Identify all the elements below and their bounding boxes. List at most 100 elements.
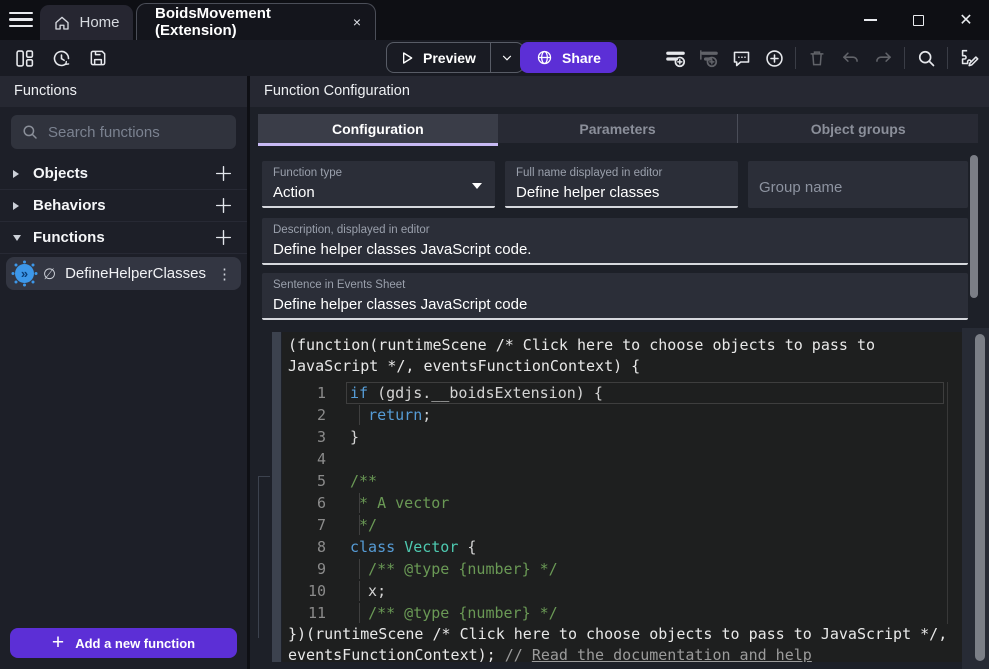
- add-function-quick-button[interactable]: [212, 227, 234, 249]
- trash-icon[interactable]: [805, 46, 829, 70]
- redo-icon[interactable]: [871, 46, 895, 70]
- tab-parameters[interactable]: Parameters: [498, 114, 738, 146]
- add-event-icon[interactable]: [663, 46, 687, 70]
- preview-dropdown-button[interactable]: [491, 51, 523, 65]
- line-content: * A vector: [350, 492, 449, 514]
- line-content: x;: [350, 580, 386, 602]
- function-type-select[interactable]: Function type Action: [262, 161, 495, 208]
- add-behavior-button[interactable]: [212, 195, 234, 217]
- code-line[interactable]: 10 x;: [282, 580, 962, 602]
- tab-home-label: Home: [79, 14, 119, 31]
- function-item-definehelperclasses[interactable]: » ∅ DefineHelperClasses ⋮: [6, 257, 241, 290]
- sidebar-item-behaviors[interactable]: Behaviors: [0, 190, 247, 222]
- field-value: Define helper classes: [516, 184, 727, 201]
- group-name-field[interactable]: Group name: [748, 161, 968, 208]
- code-line[interactable]: 5/**: [282, 470, 962, 492]
- undo-icon[interactable]: [838, 46, 862, 70]
- field-placeholder: Group name: [759, 179, 957, 196]
- code-wrapper-footer[interactable]: })(runtimeScene /* Click here to choose …: [282, 624, 962, 662]
- minimize-icon[interactable]: [861, 11, 879, 29]
- hamburger-menu-icon[interactable]: [9, 12, 33, 28]
- sidebar-item-objects[interactable]: Objects: [0, 158, 247, 190]
- plus-icon: +: [52, 632, 64, 653]
- events-sheet: (function(runtimeScene /* Click here to …: [250, 328, 989, 669]
- line-number: 6: [282, 492, 326, 514]
- config-tabs: Configuration Parameters Object groups: [250, 114, 989, 146]
- search-wrap: [0, 107, 247, 158]
- code-line[interactable]: 6 * A vector: [282, 492, 962, 514]
- kebab-menu-icon[interactable]: ⋮: [217, 265, 232, 283]
- tab-close-icon[interactable]: ×: [353, 14, 361, 30]
- tab-home[interactable]: Home: [40, 5, 133, 40]
- field-value: Action: [273, 184, 484, 201]
- add-subevent-icon[interactable]: [696, 46, 720, 70]
- chevron-right-icon[interactable]: [13, 202, 27, 210]
- sentence-field[interactable]: Sentence in Events Sheet Define helper c…: [262, 273, 968, 320]
- code-line[interactable]: 4: [282, 448, 962, 470]
- code-line[interactable]: 1 if (gdjs.__boidsExtension) {: [282, 382, 962, 404]
- sidebar-item-functions[interactable]: Functions: [0, 222, 247, 254]
- code-line[interactable]: 3}: [282, 426, 962, 448]
- share-button[interactable]: Share: [520, 42, 617, 73]
- documentation-link[interactable]: Read the documentation and help: [532, 646, 812, 662]
- maximize-icon[interactable]: [909, 11, 927, 29]
- edit-extension-icon[interactable]: [957, 46, 981, 70]
- javascript-code-editor[interactable]: (function(runtimeScene /* Click here to …: [282, 332, 962, 662]
- function-configuration-panel: Function Configuration Configuration Par…: [250, 76, 989, 669]
- history-icon[interactable]: [49, 46, 73, 70]
- section-label: Functions: [33, 229, 212, 246]
- toolbar-left-icons: [12, 46, 110, 70]
- line-content: class Vector {: [350, 536, 476, 558]
- chevron-right-icon[interactable]: [13, 170, 27, 178]
- add-new-function-label: Add a new function: [75, 636, 195, 651]
- add-circle-icon[interactable]: [762, 46, 786, 70]
- line-number: 1: [282, 382, 326, 404]
- search-input[interactable]: [48, 124, 226, 141]
- tab-active-label: BoidsMovement (Extension): [155, 5, 353, 39]
- field-label: Function type: [273, 167, 484, 179]
- toolbar: Preview Share: [0, 40, 989, 76]
- toolbar-right-icons: [663, 40, 981, 76]
- line-content: /**: [350, 470, 377, 492]
- field-label: Full name displayed in editor: [516, 167, 727, 179]
- code-line[interactable]: 8class Vector {: [282, 536, 962, 558]
- add-comment-icon[interactable]: [729, 46, 753, 70]
- play-icon: [399, 50, 415, 66]
- save-icon[interactable]: [86, 46, 110, 70]
- layout-panels-icon[interactable]: [12, 46, 36, 70]
- window-close-icon[interactable]: ✕: [957, 11, 975, 29]
- chevron-down-icon[interactable]: [13, 235, 27, 241]
- form-scrollbar[interactable]: [970, 155, 978, 298]
- event-drag-handle[interactable]: [272, 332, 281, 662]
- preview-button[interactable]: Preview: [386, 42, 524, 73]
- field-value: Define helper classes JavaScript code.: [273, 241, 957, 258]
- description-field[interactable]: Description, displayed in editor Define …: [262, 218, 968, 265]
- section-label: Behaviors: [33, 197, 212, 214]
- field-value: Define helper classes JavaScript code: [273, 296, 957, 313]
- code-line[interactable]: 11 /** @type {number} */: [282, 602, 962, 624]
- toolbar-divider: [904, 47, 905, 69]
- add-object-button[interactable]: [212, 163, 234, 185]
- tab-object-groups[interactable]: Object groups: [738, 114, 978, 146]
- section-label: Objects: [33, 165, 212, 182]
- events-scrollbar-thumb[interactable]: [975, 334, 985, 661]
- code-line[interactable]: 9 /** @type {number} */: [282, 558, 962, 580]
- code-wrapper-header[interactable]: (function(runtimeScene /* Click here to …: [282, 332, 962, 377]
- configuration-form: Function type Action Full name displayed…: [250, 146, 989, 328]
- tab-boidsmovement[interactable]: BoidsMovement (Extension) ×: [136, 3, 376, 40]
- preview-label: Preview: [423, 50, 476, 66]
- full-name-field[interactable]: Full name displayed in editor Define hel…: [505, 161, 738, 208]
- line-content: if (gdjs.__boidsExtension) {: [350, 382, 603, 404]
- code-line[interactable]: 7 */: [282, 514, 962, 536]
- footer-comment: //: [505, 646, 532, 662]
- search-icon[interactable]: [914, 46, 938, 70]
- line-number: 10: [282, 580, 326, 602]
- globe-icon: [536, 49, 553, 66]
- tab-configuration[interactable]: Configuration: [258, 114, 498, 146]
- code-lines: 1 if (gdjs.__boidsExtension) {2 return;3}…: [282, 382, 962, 624]
- add-new-function-button[interactable]: + Add a new function: [10, 628, 237, 658]
- line-number: 9: [282, 558, 326, 580]
- code-line[interactable]: 2 return;: [282, 404, 962, 426]
- search-box[interactable]: [11, 115, 236, 149]
- toolbar-divider: [947, 47, 948, 69]
